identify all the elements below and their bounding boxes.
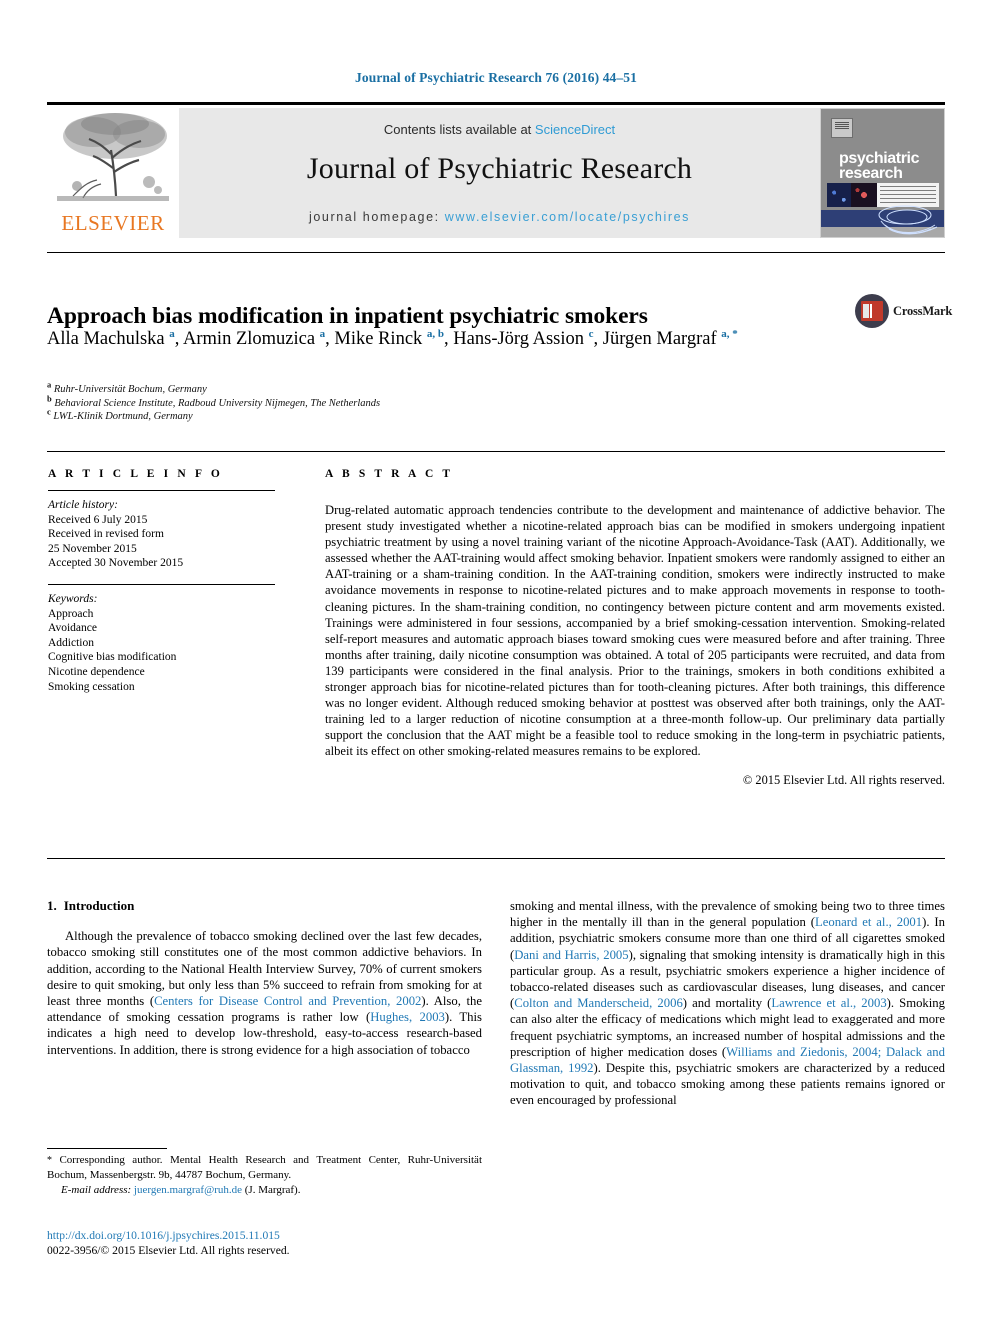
page-title: Approach bias modification in inpatient … bbox=[47, 302, 648, 329]
intro-paragraph-left: Although the prevalence of tobacco smoki… bbox=[47, 929, 482, 1057]
title-divider bbox=[47, 252, 945, 253]
journal-homepage-line: journal homepage: www.elsevier.com/locat… bbox=[179, 210, 820, 224]
journal-masthead: ELSEVIER Contents lists available at Sci… bbox=[47, 102, 945, 238]
keyword-item: Smoking cessation bbox=[48, 680, 135, 693]
crossmark-label: CrossMark bbox=[893, 303, 953, 318]
body-column-right: smoking and mental illness, with the pre… bbox=[510, 898, 945, 1198]
elsevier-tree-icon bbox=[53, 110, 173, 206]
cover-title: psychiatric research bbox=[839, 150, 939, 182]
email-owner: (J. Margraf). bbox=[244, 1184, 301, 1196]
article-info-rule bbox=[48, 490, 275, 491]
abstract-text: Drug-related automatic approach tendenci… bbox=[325, 503, 945, 759]
abstract-heading: A B S T R A C T bbox=[325, 468, 454, 480]
homepage-prefix: journal homepage: bbox=[308, 210, 440, 224]
article-history-item: Accepted 30 November 2015 bbox=[48, 557, 184, 570]
author-affiliation-marker: a, b bbox=[426, 327, 445, 340]
author-list: Alla Machulska a, Armin Zlomuzica a, Mik… bbox=[47, 327, 738, 349]
keywords-items: Approach Avoidance Addiction Cognitive bias… bbox=[48, 607, 296, 695]
section-title-introduction: 1. Introduction bbox=[47, 898, 482, 914]
cover-title-line1: psychiatric bbox=[839, 150, 920, 167]
keywords-block: Keywords: Approach Avoidance Addiction Cogn… bbox=[48, 592, 296, 694]
contents-available-line: Contents lists available at ScienceDirec… bbox=[179, 122, 820, 137]
email-link[interactable]: juergen.margraf@ruh.de bbox=[134, 1184, 242, 1196]
homepage-url-link[interactable]: www.elsevier.com/locate/psychires bbox=[445, 210, 690, 224]
article-info-section: A R T I C L E I N F O Article history: R… bbox=[48, 468, 296, 694]
journal-cover-thumbnail: psychiatric research bbox=[820, 108, 945, 238]
affiliation-marker: c bbox=[47, 406, 51, 417]
author-affiliation-marker: c bbox=[588, 327, 594, 340]
article-history-item: 25 November 2015 bbox=[48, 542, 137, 555]
keywords-rule bbox=[48, 583, 275, 585]
running-head: Journal of Psychiatric Research 76 (2016… bbox=[355, 70, 637, 85]
author-affiliation-marker: a bbox=[319, 327, 326, 340]
crossmark-book-icon bbox=[861, 301, 883, 321]
keyword-item: Cognitive bias modification bbox=[48, 651, 177, 664]
doi-block: http://dx.doi.org/10.1016/j.jpsychires.2… bbox=[47, 1228, 482, 1258]
copyright-line: © 2015 Elsevier Ltd. All rights reserved… bbox=[742, 772, 945, 787]
footnote-divider bbox=[47, 1148, 167, 1149]
affiliation-item: c LWL-Klinik Dortmund, Germany bbox=[47, 406, 193, 422]
citation-link[interactable]: Williams and Ziedonis, 2004; Dalack and … bbox=[510, 1045, 945, 1075]
author-name: Hans-Jörg Assion bbox=[453, 329, 589, 349]
citation-link[interactable]: Hughes, 2003 bbox=[370, 1010, 445, 1024]
citation-link[interactable]: Centers for Disease Control and Preventi… bbox=[154, 994, 421, 1008]
keyword-item: Approach bbox=[48, 607, 94, 620]
affiliation-item: a Ruhr-Universität Bochum, Germany bbox=[47, 379, 207, 395]
doi-link[interactable]: http://dx.doi.org/10.1016/j.jpsychires.2… bbox=[47, 1228, 482, 1243]
crossmark-icon bbox=[855, 294, 889, 328]
article-history-item: Received in revised form bbox=[48, 528, 164, 541]
keyword-item: Avoidance bbox=[48, 622, 97, 635]
keywords-label: Keywords: bbox=[48, 592, 98, 605]
cover-figure-b bbox=[851, 183, 877, 207]
affiliation-list: a Ruhr-Universität Bochum, Germany b Beha… bbox=[47, 379, 747, 424]
sciencedirect-link[interactable]: ScienceDirect bbox=[535, 122, 615, 137]
article-history-block: Article history: Received 6 July 2015 Rec… bbox=[48, 498, 296, 571]
issn-copyright-line: 0022-3956/© 2015 Elsevier Ltd. All right… bbox=[47, 1244, 290, 1257]
cover-figure-row bbox=[827, 183, 939, 207]
intro-paragraph-right: smoking and mental illness, with the pre… bbox=[510, 899, 945, 1108]
author-name: Armin Zlomuzica bbox=[183, 329, 320, 349]
citation-link[interactable]: Lawrence et al., 2003 bbox=[771, 996, 886, 1010]
elsevier-logo: ELSEVIER bbox=[47, 108, 179, 238]
citation-link[interactable]: Dani and Harris, 2005 bbox=[514, 948, 628, 962]
author-name: Mike Rinck bbox=[334, 329, 427, 349]
email-label: E-mail address: bbox=[61, 1184, 132, 1196]
contents-prefix: Contents lists available at bbox=[383, 122, 532, 137]
footnote-text: Corresponding author. Mental Health Rese… bbox=[47, 1154, 482, 1181]
corresponding-author-footnote: * Corresponding author. Mental Health Re… bbox=[47, 1153, 482, 1197]
elsevier-wordmark: ELSEVIER bbox=[61, 211, 165, 235]
article-history-item: Received 6 July 2015 bbox=[48, 513, 148, 526]
masthead-center: Contents lists available at ScienceDirec… bbox=[179, 108, 820, 238]
affiliation-marker: b bbox=[47, 393, 52, 403]
citation-link[interactable]: Leonard et al., 2001 bbox=[815, 915, 922, 929]
paper-page: Journal of Psychiatric Research 76 (2016… bbox=[0, 0, 992, 1323]
author-affiliation-marker: a bbox=[169, 327, 175, 340]
section-number: 1. bbox=[47, 898, 57, 913]
cover-brain-icon bbox=[875, 205, 944, 237]
cover-title-line2: research bbox=[839, 165, 903, 182]
info-divider-top bbox=[47, 451, 945, 452]
citation-link[interactable]: Colton and Manderscheid, 2006 bbox=[514, 996, 683, 1010]
footnote-star: * bbox=[47, 1155, 52, 1166]
cover-figure-a bbox=[827, 183, 851, 207]
article-info-heading: A R T I C L E I N F O bbox=[48, 468, 223, 480]
article-history-items: Received 6 July 2015 Received in revised … bbox=[48, 513, 296, 571]
cover-stamp-icon bbox=[831, 118, 853, 138]
crossmark-badge[interactable]: CrossMark bbox=[855, 288, 952, 334]
abstract-section: A B S T R A C T Drug-related automatic a… bbox=[325, 468, 945, 788]
journal-title: Journal of Psychiatric Research bbox=[306, 152, 693, 185]
info-divider-bottom bbox=[47, 858, 945, 859]
section-label: Introduction bbox=[63, 898, 135, 913]
keyword-item: Nicotine dependence bbox=[48, 665, 145, 678]
cover-abstract-block bbox=[877, 183, 939, 207]
author-name: Alla Machulska bbox=[47, 329, 170, 349]
keyword-item: Addiction bbox=[48, 636, 94, 649]
author-name: Jürgen Margraf bbox=[602, 329, 722, 349]
email-line: E-mail address: juergen.margraf@ruh.de (… bbox=[47, 1183, 482, 1197]
author-affiliation-marker: a, * bbox=[721, 327, 738, 340]
affiliation-marker: a bbox=[47, 379, 52, 390]
article-history-label: Article history: bbox=[48, 499, 118, 511]
affiliation-item: b Behavioral Science Institute, Radboud … bbox=[47, 393, 381, 409]
